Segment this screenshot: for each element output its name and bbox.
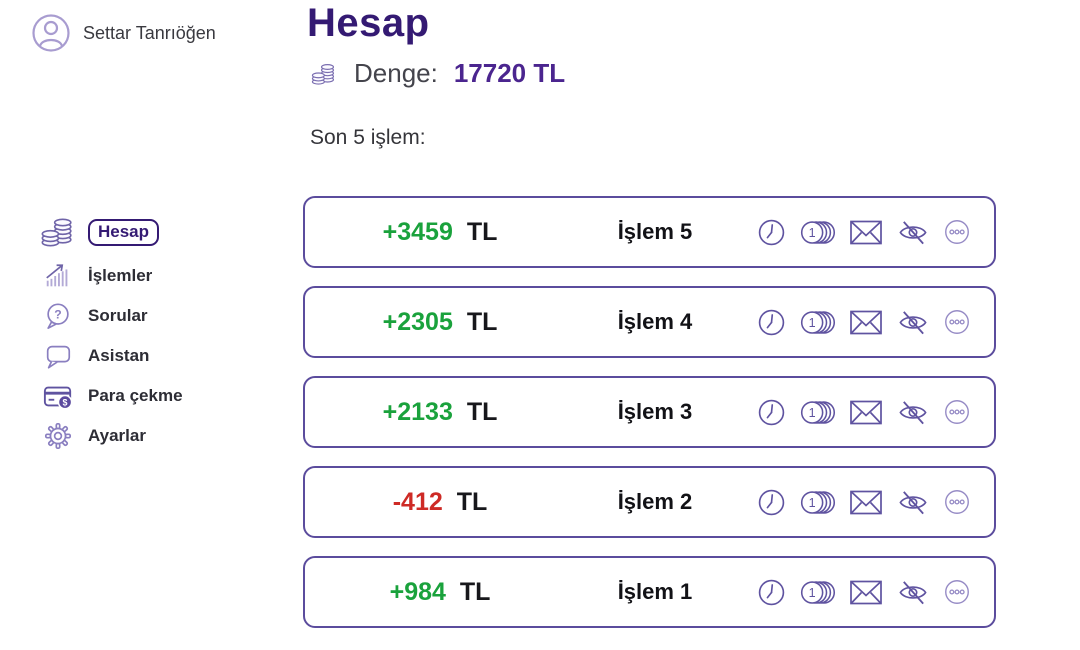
sidebar-item-label: Ayarlar <box>88 426 146 446</box>
sidebar: Hesap İşlemler ? <box>38 212 238 452</box>
transaction-amount-value: +2133 <box>383 398 453 426</box>
sidebar-item-ayarlar[interactable]: Ayarlar <box>38 420 238 452</box>
transactions-heading: Son 5 işlem: <box>310 126 426 150</box>
balance-row: Denge: 17720 TL <box>310 58 565 89</box>
ellipsis-icon[interactable] <box>942 397 972 427</box>
transaction-amount: -412 TL <box>305 488 575 517</box>
ellipsis-icon[interactable] <box>942 217 972 247</box>
transaction-row[interactable]: +984 TL İşlem 1 1 <box>303 556 996 628</box>
envelope-icon[interactable] <box>848 488 884 517</box>
svg-text:1: 1 <box>809 585 816 599</box>
transaction-currency: TL <box>467 218 498 246</box>
coins-icon <box>38 213 78 251</box>
card-withdraw-icon: $ <box>38 381 78 411</box>
coin-count-icon[interactable]: 1 <box>799 217 836 248</box>
sidebar-item-hesap[interactable]: Hesap <box>38 212 238 252</box>
sidebar-item-label: Hesap <box>88 219 159 246</box>
user-badge: Settar Tanrıöğen <box>30 12 216 54</box>
balance-value: 17720 TL <box>454 58 565 89</box>
svg-text:?: ? <box>54 307 61 321</box>
sidebar-item-label: Sorular <box>88 306 148 326</box>
svg-text:$: $ <box>63 397 68 407</box>
envelope-icon[interactable] <box>848 308 884 337</box>
transaction-amount: +3459 TL <box>305 218 575 247</box>
clock-icon[interactable] <box>756 307 787 338</box>
transaction-actions: 1 <box>756 217 994 248</box>
transaction-row[interactable]: +2133 TL İşlem 3 1 <box>303 376 996 448</box>
transaction-label: İşlem 4 <box>575 309 735 335</box>
transaction-amount-value: +2305 <box>383 308 453 336</box>
sidebar-item-label: Para çekme <box>88 386 183 406</box>
transaction-label: İşlem 3 <box>575 399 735 425</box>
ellipsis-icon[interactable] <box>942 307 972 337</box>
svg-text:1: 1 <box>809 225 816 239</box>
transaction-row[interactable]: -412 TL İşlem 2 1 <box>303 466 996 538</box>
coin-count-icon[interactable]: 1 <box>799 397 836 428</box>
transaction-actions: 1 <box>756 307 994 338</box>
user-icon <box>30 12 72 54</box>
coin-count-icon[interactable]: 1 <box>799 577 836 608</box>
eye-off-icon[interactable] <box>896 307 930 338</box>
sidebar-item-para-cekme[interactable]: $ Para çekme <box>38 380 238 412</box>
transaction-amount-value: +3459 <box>383 218 453 246</box>
ellipsis-icon[interactable] <box>942 487 972 517</box>
clock-icon[interactable] <box>756 397 787 428</box>
balance-label: Denge: <box>354 58 438 89</box>
transaction-label: İşlem 2 <box>575 489 735 515</box>
transaction-actions: 1 <box>756 487 994 518</box>
eye-off-icon[interactable] <box>896 397 930 428</box>
clock-icon[interactable] <box>756 217 787 248</box>
eye-off-icon[interactable] <box>896 577 930 608</box>
transaction-row[interactable]: +2305 TL İşlem 4 1 <box>303 286 996 358</box>
coin-count-icon[interactable]: 1 <box>799 487 836 518</box>
eye-off-icon[interactable] <box>896 217 930 248</box>
transaction-label: İşlem 5 <box>575 219 735 245</box>
transaction-row[interactable]: +3459 TL İşlem 5 1 <box>303 196 996 268</box>
coins-icon <box>310 60 338 88</box>
svg-text:1: 1 <box>809 315 816 329</box>
coin-count-icon[interactable]: 1 <box>799 307 836 338</box>
svg-text:1: 1 <box>809 405 816 419</box>
sidebar-item-islemler[interactable]: İşlemler <box>38 260 238 292</box>
envelope-icon[interactable] <box>848 578 884 607</box>
gear-icon <box>38 421 78 451</box>
transaction-currency: TL <box>460 578 491 606</box>
envelope-icon[interactable] <box>848 398 884 427</box>
chart-icon <box>38 261 78 291</box>
chat-bubble-icon <box>38 341 78 371</box>
clock-icon[interactable] <box>756 577 787 608</box>
transaction-currency: TL <box>467 308 498 336</box>
transaction-amount: +984 TL <box>305 578 575 607</box>
transaction-currency: TL <box>457 488 488 516</box>
transaction-amount-value: +984 <box>390 578 446 606</box>
transaction-amount: +2133 TL <box>305 398 575 427</box>
ellipsis-icon[interactable] <box>942 577 972 607</box>
sidebar-item-asistan[interactable]: Asistan <box>38 340 238 372</box>
user-name: Settar Tanrıöğen <box>83 23 216 44</box>
transaction-label: İşlem 1 <box>575 579 735 605</box>
transaction-amount: +2305 TL <box>305 308 575 337</box>
envelope-icon[interactable] <box>848 218 884 247</box>
transaction-actions: 1 <box>756 397 994 428</box>
page-title: Hesap <box>307 0 430 46</box>
transaction-amount-value: -412 <box>393 488 443 516</box>
transaction-currency: TL <box>467 398 498 426</box>
sidebar-item-label: Asistan <box>88 346 149 366</box>
eye-off-icon[interactable] <box>896 487 930 518</box>
transaction-list: +3459 TL İşlem 5 1 <box>303 196 996 646</box>
svg-text:1: 1 <box>809 495 816 509</box>
clock-icon[interactable] <box>756 487 787 518</box>
sidebar-item-sorular[interactable]: ? Sorular <box>38 300 238 332</box>
transaction-actions: 1 <box>756 577 994 608</box>
question-bubble-icon: ? <box>38 301 78 331</box>
sidebar-item-label: İşlemler <box>88 266 152 286</box>
